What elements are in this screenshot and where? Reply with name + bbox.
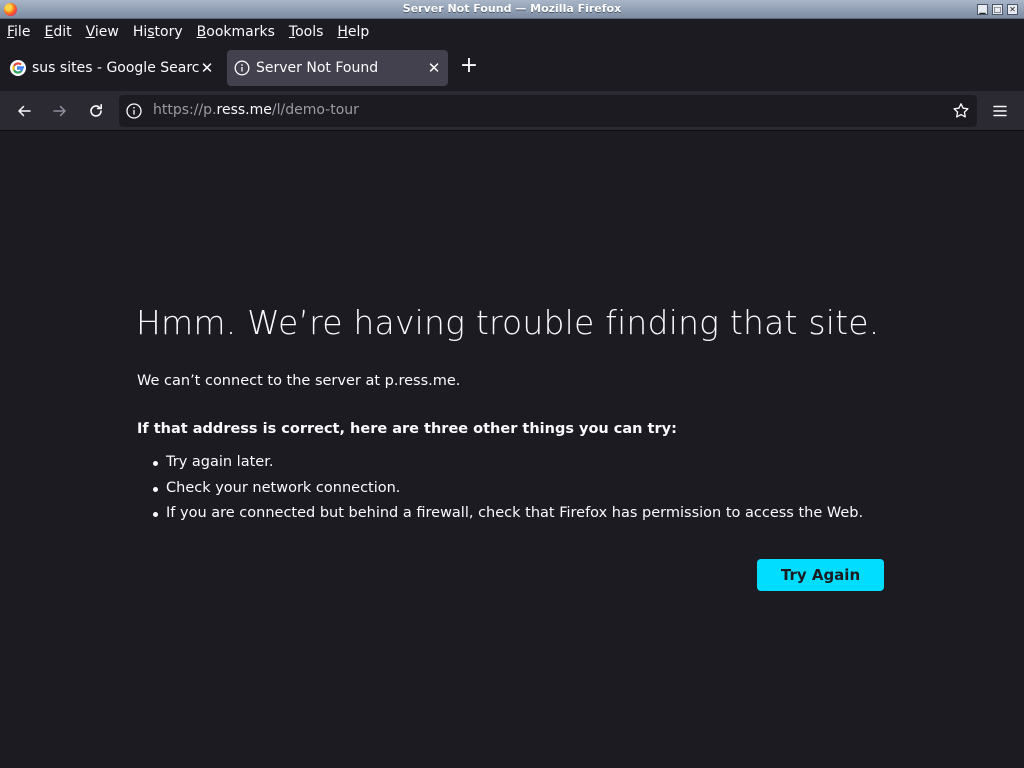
- menu-view[interactable]: View: [86, 24, 119, 40]
- arrow-left-icon: [18, 105, 31, 117]
- window-titlebar[interactable]: Server Not Found — Mozilla Firefox ▁ □ ✕: [0, 0, 1024, 19]
- menu-history-label: tory: [154, 24, 183, 40]
- menu-history[interactable]: History: [133, 24, 183, 40]
- menu-edit[interactable]: Edit: [44, 24, 71, 40]
- menu-view-mnemonic: V: [85, 24, 95, 40]
- menu-bar: File Edit View History Bookmarks Tools H…: [0, 19, 1024, 45]
- menu-bookmarks-label: ookmarks: [206, 24, 275, 40]
- close-tab-icon[interactable]: ✕: [426, 59, 442, 77]
- reload-icon: [90, 104, 102, 117]
- url-host: ress.me: [216, 102, 272, 118]
- list-item: If you are connected but behind a firewa…: [137, 502, 863, 528]
- menu-edit-mnemonic: E: [44, 24, 54, 40]
- app-menu-button[interactable]: [986, 97, 1014, 125]
- menu-tools-label: ools: [295, 24, 324, 40]
- hamburger-menu-icon: [993, 105, 1007, 117]
- new-tab-button[interactable]: +: [457, 54, 481, 78]
- menu-bookmarks-mnemonic: B: [196, 24, 207, 40]
- list-item: Check your network connection.: [137, 477, 863, 503]
- suggestions-list: Try again later. Check your network conn…: [137, 451, 863, 528]
- info-icon: [234, 60, 250, 76]
- tab-strip: sus sites - Google Search ✕ Server Not F…: [0, 45, 1024, 91]
- menu-help[interactable]: Help: [337, 24, 369, 40]
- forward-button[interactable]: [46, 97, 74, 125]
- navigation-toolbar: https://p.ress.me/l/demo-tour: [0, 91, 1024, 131]
- menu-history-mnemonic: s: [147, 24, 155, 40]
- menu-view-label: iew: [94, 24, 119, 40]
- tab-label: Server Not Found: [256, 60, 379, 76]
- close-window-button[interactable]: ✕: [1007, 4, 1018, 15]
- error-page: Hmm. We’re having trouble finding that s…: [0, 131, 1024, 768]
- tab-google-search[interactable]: sus sites - Google Search ✕: [3, 50, 221, 86]
- list-item: Try again later.: [137, 451, 863, 477]
- star-icon: [953, 103, 969, 118]
- site-info-icon[interactable]: [125, 102, 143, 120]
- error-short-description: We can’t connect to the server at p.ress…: [137, 373, 461, 389]
- bookmark-star-button[interactable]: [947, 97, 975, 125]
- menu-file[interactable]: File: [7, 24, 30, 40]
- maximize-window-button[interactable]: □: [992, 4, 1003, 15]
- tab-label: sus sites - Google Search: [32, 60, 199, 76]
- menu-file-label: ile: [14, 24, 31, 40]
- menu-help-label: elp: [347, 24, 370, 40]
- back-button[interactable]: [10, 97, 38, 125]
- arrow-right-icon: [53, 105, 66, 117]
- url-path: /l/demo-tour: [271, 102, 359, 118]
- menu-history-pre: Hi: [132, 24, 148, 40]
- address-bar[interactable]: https://p.ress.me/l/demo-tour: [119, 95, 977, 127]
- google-icon: [10, 60, 26, 76]
- reload-button[interactable]: [82, 97, 110, 125]
- tab-server-not-found[interactable]: Server Not Found ✕: [227, 50, 448, 86]
- menu-bookmarks[interactable]: Bookmarks: [197, 24, 275, 40]
- url-scheme: https://p.: [153, 102, 217, 118]
- error-title: Hmm. We’re having trouble finding that s…: [136, 303, 880, 342]
- menu-help-mnemonic: H: [337, 24, 348, 40]
- menu-file-mnemonic: F: [7, 24, 15, 40]
- minimize-window-button[interactable]: ▁: [977, 4, 988, 15]
- window-title: Server Not Found — Mozilla Firefox: [402, 2, 622, 15]
- try-again-button[interactable]: Try Again: [757, 559, 884, 591]
- menu-tools[interactable]: Tools: [289, 24, 324, 40]
- close-tab-icon[interactable]: ✕: [199, 59, 215, 77]
- suggestions-heading: If that address is correct, here are thr…: [137, 421, 677, 437]
- menu-edit-label: dit: [53, 24, 72, 40]
- url-text[interactable]: https://p.ress.me/l/demo-tour: [153, 102, 359, 118]
